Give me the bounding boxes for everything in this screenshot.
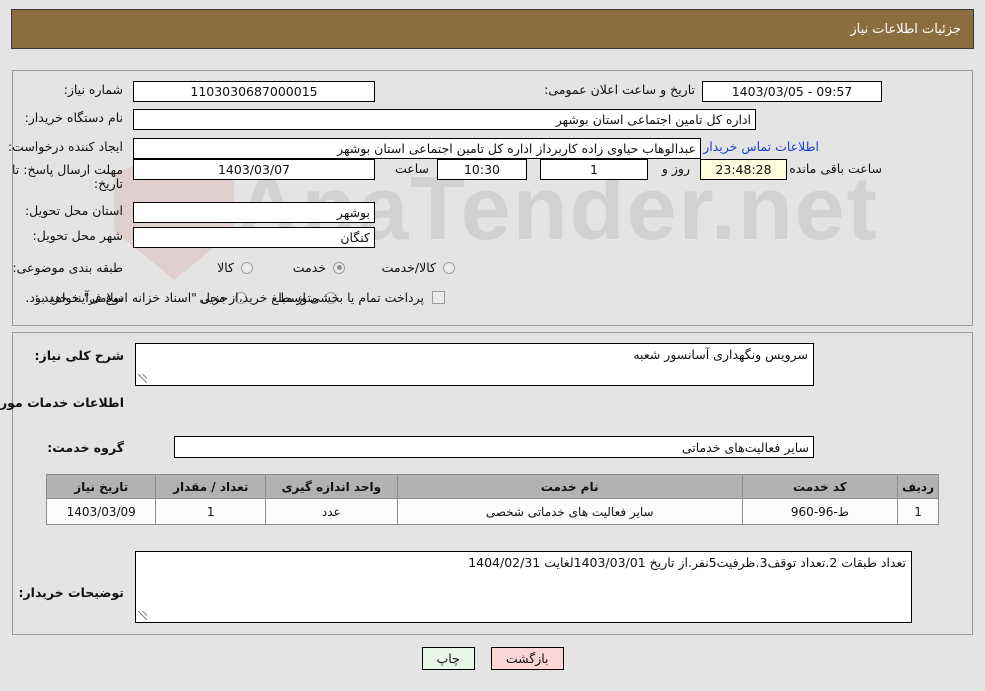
cell-need-date: 1403/03/09: [45, 498, 157, 525]
announce-date-field[interactable]: 1403/03/05 - 09:57: [702, 81, 882, 102]
subject-category-label: طبقه بندی موضوعی:: [12, 260, 123, 275]
countdown-timer-field: 23:48:28: [700, 159, 787, 180]
days-label-wrap: روز و: [662, 161, 690, 176]
countdown-field-wrap: 23:48:28: [700, 159, 787, 180]
delivery-city-field[interactable]: کنگان: [133, 227, 375, 248]
category-option-label-1: خدمت: [292, 260, 326, 275]
cell-service-code: ط-96-960: [741, 498, 899, 525]
buyer-notes-textarea[interactable]: تعداد طبقات 2.تعداد توقف3.ظرفیت5نفر.از ت…: [135, 551, 912, 623]
contact-link-wrap: اطلاعات تماس خریدار: [703, 139, 819, 154]
general-desc-label: شرح کلی نیاز:: [34, 348, 124, 363]
buyer-org-label-wrap: نام دستگاه خریدار:: [25, 110, 123, 125]
delivery-city-label: شهر محل تحویل:: [32, 228, 123, 243]
deadline-time-field-wrap: 10:30: [437, 159, 527, 180]
th-quantity: تعداد / مقدار: [155, 474, 267, 499]
checkbox-treasury-icon[interactable]: [432, 291, 445, 304]
days-field-wrap: 1: [540, 159, 648, 180]
treasury-bond-option[interactable]: پرداخت تمام یا بخشی از مبلغ خرید،از محل …: [25, 290, 445, 305]
need-number-label-wrap: شماره نیاز:: [64, 82, 123, 97]
announce-date-label: تاریخ و ساعت اعلان عمومی:: [544, 82, 695, 97]
th-need-date: تاریخ نیاز: [45, 474, 157, 499]
need-number-field[interactable]: 1103030687000015: [133, 81, 375, 102]
buyer-notes-label: توضیحات خریدار:: [18, 585, 124, 600]
announce-field-wrap: 1403/03/05 - 09:57: [702, 81, 882, 102]
requester-field[interactable]: عبدالوهاب حیاوی زاده کاربرداز اداره کل ت…: [133, 138, 701, 159]
services-info-title-wrap: اطلاعات خدمات مورد نیاز: [0, 395, 124, 410]
services-table: ردیف کد خدمت نام خدمت واحد اندازه گیری ت…: [45, 474, 939, 525]
days-remaining-label: روز و: [661, 161, 690, 176]
cell-row-no: 1: [897, 498, 939, 525]
category-option-label-2: کالا/خدمت: [381, 260, 436, 275]
service-group-label: گروه خدمت:: [47, 440, 124, 455]
buyer-notes-label-wrap: توضیحات خریدار:: [18, 585, 124, 600]
th-row-no: ردیف: [897, 474, 939, 499]
back-button[interactable]: بازگشت: [490, 647, 564, 670]
service-group-field-wrap: سایر فعالیت‌های خدماتی: [174, 436, 814, 458]
delivery-province-label: استان محل تحویل:: [24, 203, 123, 218]
footer-actions: بازگشت چاپ: [0, 647, 985, 670]
requester-field-wrap: عبدالوهاب حیاوی زاده کاربرداز اداره کل ت…: [133, 138, 701, 159]
need-number-field-wrap: 1103030687000015: [133, 81, 375, 102]
general-desc-textarea[interactable]: سرویس ونگهداری آسانسور شعبه: [135, 343, 814, 386]
page-title-bar: جزئیات اطلاعات نیاز: [11, 9, 974, 49]
service-group-label-wrap: گروه خدمت:: [47, 440, 124, 455]
deadline-label-wrap: مهلت ارسال پاسخ: تا تاریخ:: [11, 163, 123, 191]
cell-unit: عدد: [265, 498, 398, 525]
countdown-label-wrap: ساعت باقی مانده: [789, 161, 882, 176]
category-option-kala-khedmat[interactable]: کالا/خدمت: [382, 260, 455, 275]
services-info-title: اطلاعات خدمات مورد نیاز: [0, 395, 124, 410]
th-service-name: نام خدمت: [396, 474, 743, 499]
category-option-khedmat[interactable]: خدمت: [293, 260, 345, 275]
buyer-contact-link[interactable]: اطلاعات تماس خریدار: [703, 139, 819, 154]
deadline-label: مهلت ارسال پاسخ: تا تاریخ:: [12, 162, 123, 191]
time-label-wrap: ساعت: [395, 161, 429, 176]
table-header-row: ردیف کد خدمت نام خدمت واحد اندازه گیری ت…: [45, 474, 939, 499]
category-option-kala[interactable]: کالا: [217, 260, 253, 275]
radio-kala-icon[interactable]: [241, 261, 253, 274]
delivery-province-field[interactable]: بوشهر: [133, 202, 375, 223]
table-row: 1 ط-96-960 سایر فعالیت های خدماتی شخصی ع…: [45, 498, 939, 525]
province-label-wrap: استان محل تحویل:: [25, 203, 123, 218]
service-group-field[interactable]: سایر فعالیت‌های خدماتی: [174, 436, 814, 458]
page-title: جزئیات اطلاعات نیاز: [850, 21, 961, 37]
cell-quantity: 1: [155, 498, 267, 525]
buyer-org-field[interactable]: اداره کل تامین اجتماعی استان بوشهر: [133, 109, 756, 130]
category-option-label-0: کالا: [217, 260, 234, 275]
buyer-org-field-wrap: اداره کل تامین اجتماعی استان بوشهر: [133, 109, 756, 130]
cell-service-name: سایر فعالیت های خدماتی شخصی: [396, 498, 743, 525]
print-button[interactable]: چاپ: [421, 647, 475, 670]
th-unit: واحد اندازه گیری: [265, 474, 398, 499]
requester-label-wrap: ایجاد کننده درخواست:: [8, 139, 123, 154]
treasury-bond-text: پرداخت تمام یا بخشی از مبلغ خرید،از محل …: [25, 290, 424, 305]
general-desc-label-wrap: شرح کلی نیاز:: [35, 348, 124, 363]
province-field-wrap: بوشهر: [133, 202, 375, 223]
need-number-label: شماره نیاز:: [63, 82, 123, 97]
buyer-org-label: نام دستگاه خریدار:: [24, 110, 123, 125]
days-remaining-field[interactable]: 1: [540, 159, 648, 180]
countdown-label: ساعت باقی مانده: [789, 161, 882, 176]
deadline-date-field[interactable]: 1403/03/07: [133, 159, 375, 180]
announce-label-wrap: تاریخ و ساعت اعلان عمومی:: [544, 82, 695, 97]
deadline-time-field[interactable]: 10:30: [437, 159, 527, 180]
page-root: AnaTender.net جزئیات اطلاعات نیاز شماره …: [0, 0, 985, 691]
deadline-date-field-wrap: 1403/03/07: [133, 159, 375, 180]
deadline-time-label: ساعت: [394, 161, 429, 176]
radio-kala-khedmat-icon[interactable]: [443, 261, 455, 274]
radio-khedmat-icon[interactable]: [333, 261, 345, 274]
th-service-code: کد خدمت: [741, 474, 899, 499]
city-field-wrap: کنگان: [133, 227, 375, 248]
city-label-wrap: شهر محل تحویل:: [33, 228, 123, 243]
category-label-wrap: طبقه بندی موضوعی:: [12, 260, 123, 275]
requester-label: ایجاد کننده درخواست:: [7, 139, 123, 154]
